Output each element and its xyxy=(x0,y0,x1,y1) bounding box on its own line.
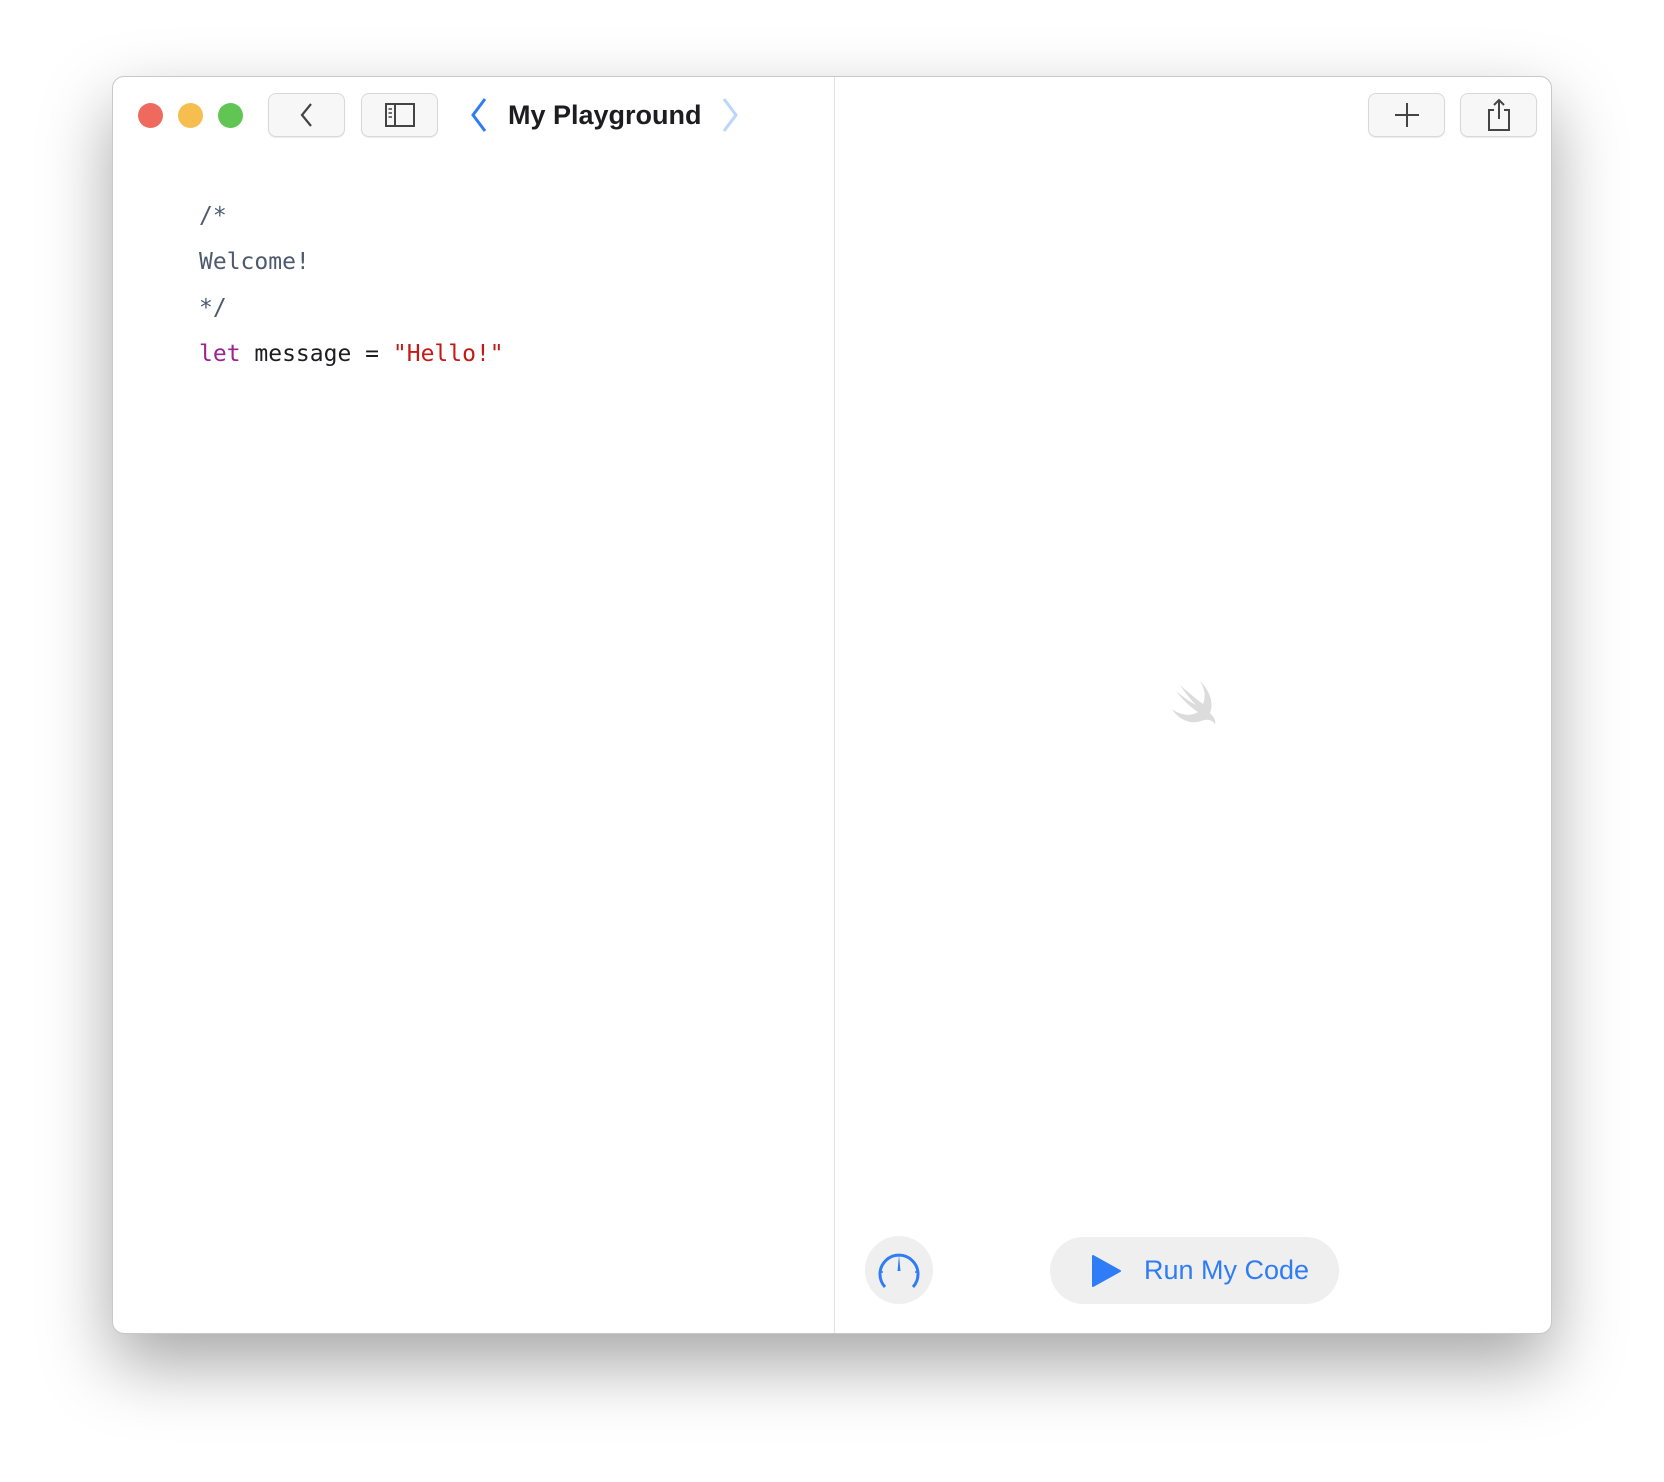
sidebar-icon xyxy=(384,103,415,127)
toggle-sidebar-button[interactable] xyxy=(361,93,438,137)
playground-window: My Playground /* Welcome! */ let message… xyxy=(112,76,1552,1334)
page-title: My Playground xyxy=(508,100,702,130)
previous-page-chevron-icon[interactable] xyxy=(467,95,491,135)
next-page-chevron-icon[interactable] xyxy=(718,95,742,135)
swift-logo-icon xyxy=(1172,681,1216,724)
share-button[interactable] xyxy=(1460,93,1537,137)
play-icon xyxy=(1092,1254,1121,1287)
code-line: */ xyxy=(199,295,227,321)
close-window-button[interactable] xyxy=(138,103,163,128)
pane-divider[interactable] xyxy=(834,77,835,1333)
run-my-code-button[interactable]: Run My Code xyxy=(1050,1237,1339,1304)
minimize-window-button[interactable] xyxy=(178,103,203,128)
share-icon xyxy=(1487,98,1510,131)
add-button[interactable] xyxy=(1368,93,1445,137)
code-line: let message = "Hello!" xyxy=(199,331,504,377)
string-token: "Hello!" xyxy=(392,341,504,367)
chevron-left-icon xyxy=(300,103,312,127)
code-editor[interactable]: /* Welcome! */ let message = "Hello!" xyxy=(199,193,504,377)
speedometer-icon xyxy=(878,1253,920,1289)
keyword-token: let xyxy=(199,341,241,367)
code-line: /* xyxy=(199,203,227,229)
plus-icon xyxy=(1394,103,1419,127)
run-speed-button[interactable] xyxy=(865,1236,933,1304)
code-line: Welcome! xyxy=(199,249,310,275)
run-my-code-label: Run My Code xyxy=(1144,1255,1310,1285)
zoom-window-button[interactable] xyxy=(218,103,243,128)
identifier-token: message = xyxy=(240,341,393,367)
back-button[interactable] xyxy=(268,93,345,137)
